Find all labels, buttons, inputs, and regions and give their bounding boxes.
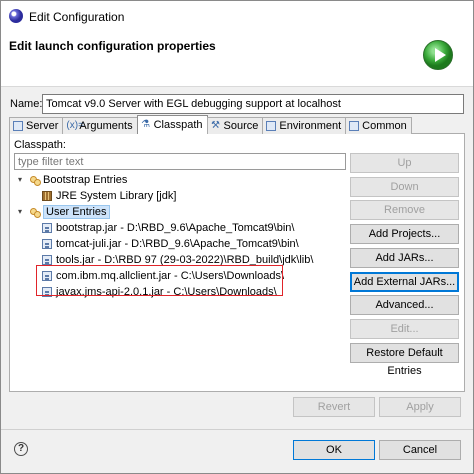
tree-node-user-entries[interactable]: ▾ User Entries — [18, 205, 110, 219]
title-bar: Edit Configuration — [1, 1, 473, 31]
classpath-tree: ▾ Bootstrap Entries JRE System Library [… — [14, 173, 346, 381]
tree-node-label: tomcat-juli.jar - D:\RBD_9.6\Apache_Tomc… — [56, 238, 299, 250]
tab-environment[interactable]: Environment — [262, 117, 347, 134]
tree-node-label: Bootstrap Entries — [43, 174, 128, 186]
tree-node-label: javax.jms-api-2.0.1.jar - C:\Users\Downl… — [56, 286, 277, 298]
up-button[interactable]: Up — [350, 153, 459, 173]
tab-label: Arguments — [79, 120, 133, 132]
tree-node-jre-library[interactable]: JRE System Library [jdk] — [42, 189, 176, 203]
jar-icon — [42, 239, 52, 249]
name-input[interactable] — [42, 94, 464, 114]
environment-icon — [266, 121, 277, 131]
classpath-icon: ⚗ — [141, 119, 151, 130]
source-icon: ⚒ — [211, 120, 221, 131]
restore-default-entries-button[interactable]: Restore Default Entries — [350, 343, 459, 377]
edit-configuration-window: Edit Configuration Edit launch configura… — [0, 0, 474, 474]
tree-node-label: JRE System Library [jdk] — [56, 190, 177, 202]
tree-node-jar[interactable]: tomcat-juli.jar - D:\RBD_9.6\Apache_Tomc… — [42, 237, 299, 251]
tab-label: Server — [26, 120, 59, 132]
tree-node-label: bootstrap.jar - D:\RBD_9.6\Apache_Tomcat… — [56, 222, 295, 234]
tree-node-label: com.ibm.mq.allclient.jar - C:\Users\Down… — [56, 270, 285, 282]
tree-node-jar[interactable]: com.ibm.mq.allclient.jar - C:\Users\Down… — [42, 269, 284, 283]
tab-label: Source — [223, 120, 259, 132]
tab-label: Classpath — [153, 119, 203, 131]
apply-button[interactable]: Apply — [379, 397, 461, 417]
arguments-icon: (x)= — [66, 120, 84, 131]
tab-server[interactable]: Server — [9, 117, 64, 134]
eclipse-icon — [9, 9, 23, 23]
tab-label: Environment — [279, 120, 342, 132]
entries-icon — [30, 175, 41, 186]
revert-button[interactable]: Revert — [293, 397, 375, 417]
chevron-down-icon[interactable]: ▾ — [18, 176, 26, 184]
header-title: Edit launch configuration properties — [9, 39, 216, 53]
chevron-down-icon[interactable]: ▾ — [18, 208, 26, 216]
tree-node-jar[interactable]: javax.jms-api-2.0.1.jar - C:\Users\Downl… — [42, 285, 277, 299]
tab-bar: Server (x)= Arguments ⚗ Classpath ⚒ Sour… — [9, 115, 412, 134]
common-icon — [349, 121, 360, 131]
tree-node-jar[interactable]: bootstrap.jar - D:\RBD_9.6\Apache_Tomcat… — [42, 221, 294, 235]
ok-button[interactable]: OK — [293, 440, 375, 460]
tab-arguments[interactable]: (x)= Arguments — [62, 117, 138, 134]
tree-node-label: tools.jar - D:\RBD 97 (29-03-2022)\RBD_b… — [56, 254, 314, 266]
window-title: Edit Configuration — [29, 10, 125, 24]
cancel-button[interactable]: Cancel — [379, 440, 461, 460]
edit-button[interactable]: Edit... — [350, 319, 459, 339]
tab-source[interactable]: ⚒ Source — [206, 117, 264, 134]
tree-node-label: User Entries — [43, 205, 110, 219]
jar-icon — [42, 223, 52, 233]
remove-button[interactable]: Remove — [350, 200, 459, 220]
filter-input[interactable] — [14, 153, 346, 170]
add-projects-button[interactable]: Add Projects... — [350, 224, 459, 244]
tab-label: Common — [362, 120, 407, 132]
jar-icon — [42, 287, 52, 297]
library-icon — [42, 191, 52, 201]
down-button[interactable]: Down — [350, 177, 459, 197]
help-icon[interactable]: ? — [14, 442, 28, 456]
advanced-button[interactable]: Advanced... — [350, 295, 459, 315]
classpath-label: Classpath: — [14, 139, 66, 151]
server-icon — [13, 121, 23, 131]
entries-icon — [30, 207, 41, 218]
run-icon — [423, 40, 453, 70]
name-label: Name: — [10, 98, 43, 110]
add-external-jars-button[interactable]: Add External JARs... — [350, 272, 459, 292]
add-jars-button[interactable]: Add JARs... — [350, 248, 459, 268]
jar-icon — [42, 255, 52, 265]
tree-node-jar[interactable]: tools.jar - D:\RBD 97 (29-03-2022)\RBD_b… — [42, 253, 313, 267]
footer-divider — [1, 429, 473, 430]
jar-icon — [42, 271, 52, 281]
tree-node-bootstrap-entries[interactable]: ▾ Bootstrap Entries — [18, 173, 127, 187]
tab-common[interactable]: Common — [345, 117, 412, 134]
tab-classpath[interactable]: ⚗ Classpath — [136, 115, 208, 134]
dialog-header: Edit launch configuration properties — [1, 31, 473, 87]
